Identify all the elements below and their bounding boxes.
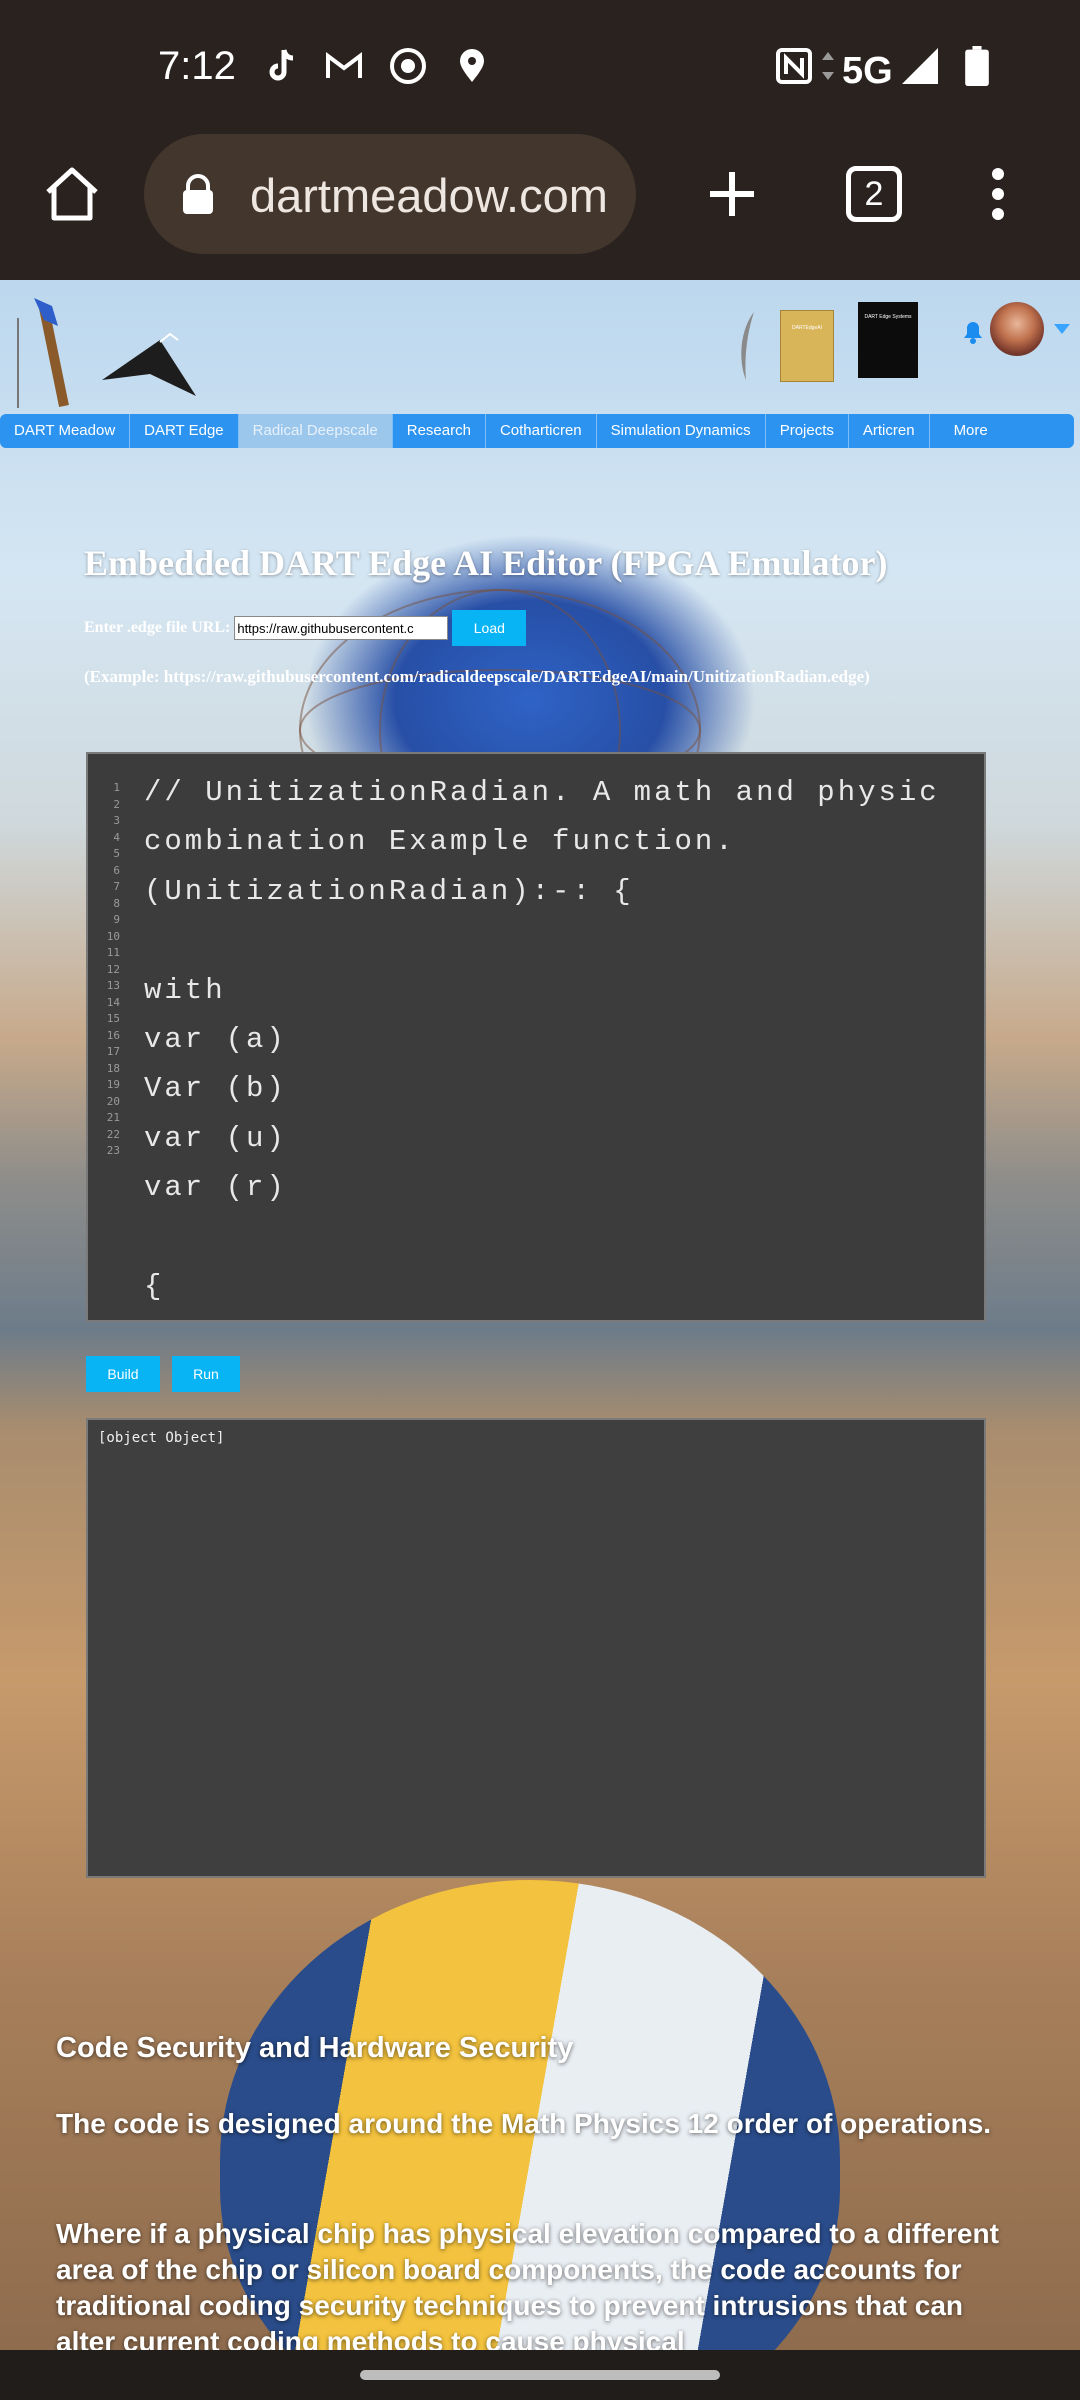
avatar[interactable]	[990, 302, 1044, 356]
security-paragraph-1: The code is designed around the Math Phy…	[56, 2108, 992, 2139]
nav-item-simulation-dynamics[interactable]: Simulation Dynamics	[597, 414, 766, 448]
new-tab-plus-icon[interactable]	[700, 162, 764, 226]
nav-item-dart-meadow[interactable]: DART Meadow	[0, 414, 131, 448]
example-url-text: (Example: https://raw.githubusercontent.…	[84, 667, 870, 686]
network-type: 5G	[842, 50, 893, 92]
security-heading: Code Security and Hardware Security	[56, 2032, 574, 2064]
feather-thumb-icon[interactable]	[736, 310, 758, 382]
gmail-icon	[326, 52, 362, 78]
load-button[interactable]: Load	[452, 610, 527, 646]
output-console: [object Object]	[86, 1418, 986, 1878]
chrome-icon	[390, 48, 426, 84]
web-page[interactable]: DARTEdgeAI DART Edge Systems DART Meadow…	[0, 280, 1080, 2350]
tiktok-icon	[269, 49, 294, 81]
nav-item-research[interactable]: Research	[393, 414, 486, 448]
nav-item-dart-edge[interactable]: DART Edge	[130, 414, 239, 448]
address-bar[interactable]: dartmeadow.com	[144, 134, 636, 254]
home-handle[interactable]	[360, 2370, 720, 2380]
nav-item-cotharticren[interactable]: Cotharticren	[486, 414, 597, 448]
nav-item-articren[interactable]: Articren	[849, 414, 930, 448]
nav-item-projects[interactable]: Projects	[766, 414, 849, 448]
edge-url-label: Enter .edge file URL:	[84, 619, 231, 636]
home-icon[interactable]	[40, 162, 104, 226]
status-bar: 7:12 5G	[0, 0, 1080, 132]
nav-item-more[interactable]: More	[930, 414, 1012, 448]
browser-toolbar: dartmeadow.com 2	[0, 132, 1080, 280]
location-icon	[460, 49, 484, 82]
chevron-down-icon[interactable]	[1054, 324, 1070, 334]
line-number-list: 1 2 3 4 5 6 7 8 9 10 11 12 13 14 15 16 1…	[106, 781, 120, 1157]
gesture-bar	[0, 2350, 1080, 2400]
code-editor[interactable]: 1 2 3 4 5 6 7 8 9 10 11 12 13 14 15 16 1…	[86, 752, 986, 1322]
url-text[interactable]: dartmeadow.com	[250, 168, 620, 223]
lock-icon[interactable]	[180, 172, 216, 216]
edge-url-input[interactable]	[234, 616, 449, 640]
edge-url-row: Enter .edge file URL: Load	[84, 610, 527, 646]
dartedgeai-thumb[interactable]: DARTEdgeAI	[780, 310, 834, 382]
wizard-logo-icon[interactable]	[14, 288, 74, 408]
code-text[interactable]: // UnitizationRadian. A math and physic …	[144, 768, 974, 1311]
dart-edge-systems-thumb[interactable]: DART Edge Systems	[858, 302, 918, 378]
build-button[interactable]: Build	[86, 1356, 160, 1392]
site-nav: DART Meadow DART Edge Radical Deepscale …	[0, 414, 1074, 448]
overflow-menu-icon[interactable]	[966, 162, 1030, 226]
run-button[interactable]: Run	[172, 1356, 240, 1392]
nav-item-radical-deepscale[interactable]: Radical Deepscale	[238, 414, 393, 448]
tab-count: 2	[864, 175, 884, 213]
page-title: Embedded DART Edge AI Editor (FPGA Emula…	[84, 543, 888, 583]
bell-icon[interactable]	[958, 316, 988, 346]
data-arrows-icon	[822, 52, 834, 80]
site-header: DARTEdgeAI DART Edge Systems	[0, 280, 1080, 410]
signal-icon	[902, 48, 938, 84]
stealth-plane-logo-icon[interactable]	[100, 330, 200, 400]
security-paragraph-2: Where if a physical chip has physical el…	[56, 2218, 999, 2350]
battery-icon	[965, 46, 989, 86]
clock: 7:12	[158, 44, 236, 88]
tabs-icon[interactable]: 2	[846, 166, 902, 222]
nfc-icon	[776, 48, 812, 84]
line-numbers: 1 2 3 4 5 6 7 8 9 10 11 12 13 14 15 16 1…	[102, 780, 120, 1160]
